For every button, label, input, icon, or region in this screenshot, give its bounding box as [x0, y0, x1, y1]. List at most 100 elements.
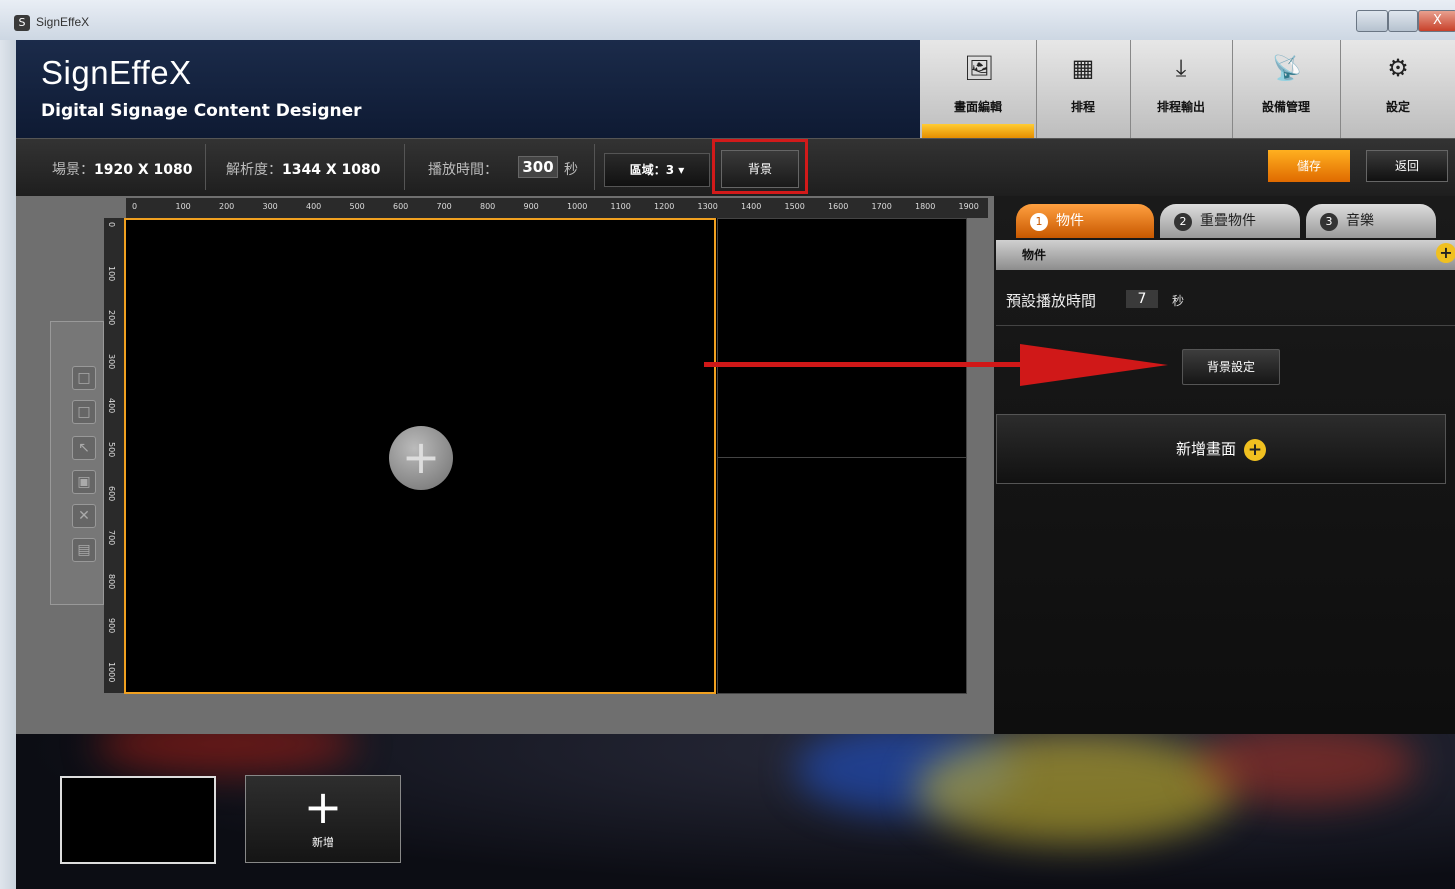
image-edit-icon: 🖼: [964, 54, 995, 82]
nav-divider: [1036, 40, 1037, 138]
ruler-tick-label: 500: [349, 202, 365, 211]
ruler-tick-label: 100: [107, 266, 116, 282]
nav-label: 排程輸出: [1156, 100, 1205, 114]
region-dropdown[interactable]: 區域：3 ▾: [604, 153, 710, 187]
resolution-label: 解析度：: [226, 162, 282, 178]
tool-box-icon[interactable]: □: [72, 400, 96, 424]
nav-item-schedule-export[interactable]: ⤓ 排程輸出: [1132, 40, 1230, 138]
panel-divider: [996, 325, 1455, 326]
decor-splash: [916, 734, 1236, 844]
tool-delete-icon[interactable]: ✕: [72, 504, 96, 528]
add-object-icon[interactable]: +: [1436, 243, 1455, 263]
app-subtitle: Digital Signage Content Designer: [41, 101, 362, 121]
ruler-tick-label: 400: [306, 202, 322, 211]
device-icon: 📡: [1272, 54, 1302, 82]
ruler-tick-label: 200: [107, 310, 116, 326]
ruler-tick-label: 1600: [828, 202, 849, 211]
tab-number: 2: [1174, 213, 1192, 231]
ruler-tick-label: 1700: [871, 202, 892, 211]
background-button-highlight: [712, 139, 808, 194]
annotation-arrow-head: [1020, 344, 1168, 386]
ruler-tick-label: 800: [480, 202, 496, 211]
close-button[interactable]: X: [1418, 10, 1455, 32]
add-screen-thumbnail-button[interactable]: + 新增: [245, 775, 401, 863]
screen-thumbnails-area: [16, 734, 1455, 889]
ruler-tick-label: 1500: [784, 202, 805, 211]
ruler-tick-label: 100: [175, 202, 191, 211]
window-title: SignEffeX: [36, 15, 90, 29]
scene-label: 場景：: [52, 162, 94, 178]
app-brand: SignEffeX: [41, 54, 192, 91]
nav-label: 排程: [1070, 100, 1095, 114]
region-2[interactable]: [717, 218, 967, 694]
tab-number: 3: [1320, 213, 1338, 231]
window-titlebar: S SignEffeX: [0, 0, 1455, 41]
ruler-tick-label: 600: [393, 202, 409, 211]
nav-item-device-manage[interactable]: 📡 設備管理: [1234, 40, 1338, 138]
nav-label: 設備管理: [1261, 100, 1310, 114]
ruler-tick-label: 800: [107, 574, 116, 590]
minimize-button[interactable]: [1356, 10, 1388, 32]
maximize-button[interactable]: [1388, 10, 1418, 32]
save-button[interactable]: 儲存: [1268, 150, 1350, 182]
background-settings-button[interactable]: 背景設定: [1182, 349, 1280, 385]
ruler-tick-label: 1200: [654, 202, 675, 211]
ruler-tick-label: 300: [262, 202, 278, 211]
ruler-tick-label: 1300: [697, 202, 718, 211]
ruler-tick-label: 600: [107, 486, 116, 502]
nav-divider: [1340, 40, 1341, 138]
preset-duration-unit: 秒: [1172, 294, 1185, 308]
ruler-tick-label: 0: [132, 202, 138, 211]
duration-input[interactable]: 300: [518, 156, 558, 178]
ruler-tick-label: 500: [107, 442, 116, 458]
ruler-tick-label: 900: [107, 618, 116, 634]
nav-label: 畫面編輯: [953, 100, 1002, 114]
nav-divider: [1232, 40, 1233, 138]
ruler-tick-label: 700: [436, 202, 452, 211]
nav-active-indicator: [922, 124, 1034, 138]
tool-grid-icon[interactable]: ▤: [72, 538, 96, 562]
horizontal-ruler: 0 100 200 300 400 500 600 700 800 900 1000 1100 1200…: [126, 198, 988, 218]
nav-label: 設定: [1385, 100, 1410, 114]
ruler-tick-label: 700: [107, 530, 116, 546]
tab-number: 1: [1030, 213, 1048, 231]
vertical-ruler: 0 100 200 300 400 500 600 700 800 900 1000: [104, 218, 124, 693]
back-button[interactable]: 返回: [1366, 150, 1448, 182]
tool-layout-icon[interactable]: ▣: [72, 470, 96, 494]
plus-icon: +: [303, 780, 343, 834]
plus-circle-icon: +: [1244, 438, 1266, 461]
add-screen-button[interactable]: 新增畫面 +: [996, 414, 1446, 484]
tab-label: 重疊物件: [1200, 213, 1256, 229]
tab-music[interactable]: 3 音樂: [1306, 204, 1436, 238]
add-content-button[interactable]: +: [389, 426, 453, 490]
tab-overlay-objects[interactable]: 2 重疊物件: [1160, 204, 1300, 238]
duration-unit: 秒: [564, 162, 578, 178]
tab-label: 物件: [1056, 213, 1084, 229]
download-icon: ⤓: [1175, 54, 1187, 82]
tool-rect-icon[interactable]: □: [72, 366, 96, 390]
ruler-tick-label: 1100: [610, 202, 631, 211]
ruler-tick-label: 0: [107, 222, 116, 228]
ruler-tick-label: 1400: [741, 202, 762, 211]
toolbar-divider: [205, 144, 206, 190]
scene-value: 1920 X 1080: [94, 162, 193, 178]
decor-splash: [96, 734, 356, 774]
nav-item-schedule[interactable]: ▦ 排程: [1038, 40, 1128, 138]
screen-thumbnail[interactable]: [60, 776, 216, 864]
resolution: 解析度：1344 X 1080: [226, 159, 380, 179]
nav-divider: [1130, 40, 1131, 138]
tool-select-icon[interactable]: ↖: [72, 436, 96, 460]
tab-label: 音樂: [1346, 213, 1374, 229]
scene-size: 場景：1920 X 1080: [52, 159, 192, 179]
add-screen-label: 新增畫面: [1175, 440, 1236, 458]
ruler-tick-label: 300: [107, 354, 116, 370]
nav-item-settings[interactable]: ⚙ 設定: [1342, 40, 1454, 138]
resolution-value: 1344 X 1080: [282, 162, 381, 178]
ruler-tick-label: 1000: [107, 662, 116, 683]
toolbar-divider: [594, 144, 595, 190]
section-title: 物件: [1022, 248, 1047, 262]
app-icon: S: [14, 15, 30, 31]
tab-objects[interactable]: 1 物件: [1016, 204, 1154, 238]
preset-duration-input[interactable]: 7: [1126, 290, 1158, 308]
objects-section-header[interactable]: 物件: [996, 240, 1455, 270]
